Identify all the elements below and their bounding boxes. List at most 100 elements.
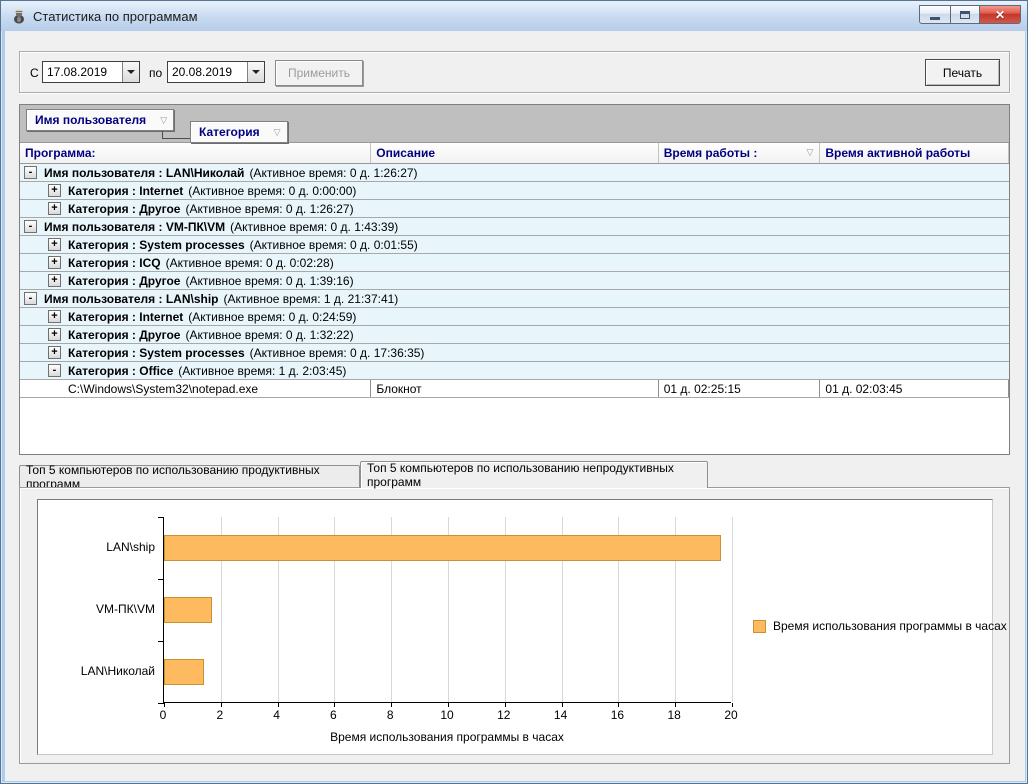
group-label: Категория : ICQ <box>68 256 161 270</box>
sort-icon: ▽ <box>806 147 813 158</box>
expand-icon[interactable]: + <box>48 328 61 341</box>
column-header-label: Время работы : <box>664 146 758 160</box>
y-tick <box>158 579 164 580</box>
print-button[interactable]: Печать <box>925 59 1000 86</box>
table-row-group[interactable]: +Категория : Другое(Активное время: 0 д.… <box>20 200 1009 218</box>
gridline <box>732 517 733 702</box>
date-filter-panel: С 17.08.2019 по 20.08.2019 Применить Печ… <box>19 51 1010 93</box>
x-tick <box>732 703 733 707</box>
sort-icon: ▽ <box>274 127 281 138</box>
category-label: LAN\ship <box>38 540 155 554</box>
group-label: Категория : Internet <box>68 310 183 324</box>
x-tick <box>221 703 222 707</box>
x-tick <box>334 703 335 707</box>
bar-LAN\ship <box>164 535 721 561</box>
collapse-icon[interactable]: - <box>24 292 37 305</box>
minimize-button[interactable] <box>919 5 951 24</box>
table-row-group[interactable]: + Категория : System processes (Активное в… <box>20 236 1009 254</box>
x-tick <box>391 703 392 707</box>
group-label: Имя пользователя : VM-ПК\VM <box>44 220 225 234</box>
group-label: Имя пользователя : LAN\ship <box>44 292 219 306</box>
group-active-time: (Активное время: 1 д. 21:37:41) <box>224 292 399 306</box>
group-label: Категория : Другое <box>68 202 180 216</box>
expand-icon[interactable]: + <box>48 274 61 287</box>
table-row-group[interactable]: -Имя пользователя : LAN\ship (Активное вр… <box>20 290 1009 308</box>
tab-top5-unproductive[interactable]: Топ 5 компьютеров по использованию непро… <box>360 461 708 488</box>
chart-plot-area <box>163 517 731 703</box>
cell: 01 д. 02:03:45 <box>820 380 1009 397</box>
expand-icon[interactable]: + <box>48 256 61 269</box>
y-tick <box>158 703 164 704</box>
title-bar: Статистика по программам ✕ <box>1 1 1027 31</box>
group-chip-label: Имя пользователя <box>35 113 146 127</box>
table-row-group[interactable]: +Категория : Internet(Активное время: 0 … <box>20 308 1009 326</box>
x-tick-label: 18 <box>656 708 692 722</box>
group-active-time: (Активное время: 0 д. 17:36:35) <box>250 346 425 360</box>
date-to-dropdown-button[interactable] <box>247 62 264 82</box>
x-tick-label: 10 <box>429 708 465 722</box>
collapse-icon[interactable]: - <box>24 220 37 233</box>
column-header-label: Программа: <box>25 146 96 160</box>
group-chip-label: Категория <box>199 125 260 139</box>
expand-icon[interactable]: + <box>48 184 61 197</box>
x-tick-label: 16 <box>599 708 635 722</box>
group-label: Категория : System processes <box>68 346 245 360</box>
column-header-label: Описание <box>376 146 435 160</box>
table-row-group[interactable]: +Категория : Другое(Активное время: 0 д.… <box>20 326 1009 344</box>
date-to-value: 20.08.2019 <box>168 62 247 82</box>
category-label: VM-ПК\VM <box>38 602 155 616</box>
group-label: Категория : Другое <box>68 274 180 288</box>
maximize-icon <box>960 11 970 19</box>
table-row-group[interactable]: -Имя пользователя : LAN\Николай(Активное… <box>20 164 1009 182</box>
group-chip-username[interactable]: Имя пользователя ▽ <box>26 109 174 131</box>
y-tick <box>158 517 164 518</box>
table-row-group[interactable]: -Категория : Office(Активное время: 1 д.… <box>20 362 1009 380</box>
column-header[interactable]: Описание <box>371 143 658 163</box>
table-row-group[interactable]: + Категория : ICQ (Активное время: 0 д. 0:… <box>20 254 1009 272</box>
x-tick <box>164 703 165 707</box>
group-active-time: (Активное время: 0 д. 0:02:28) <box>166 256 334 270</box>
date-to-picker[interactable]: 20.08.2019 <box>167 61 265 83</box>
cell: C:\Windows\System32\notepad.exe <box>20 380 371 397</box>
table-row-program[interactable]: C:\Windows\System32\notepad.exeБлокнот01… <box>20 380 1009 398</box>
table-row-group[interactable]: +Категория : Другое(Активное время: 0 д.… <box>20 272 1009 290</box>
grid-rows: -Имя пользователя : LAN\Николай(Активное… <box>20 164 1009 398</box>
close-button[interactable]: ✕ <box>979 5 1021 24</box>
column-header[interactable]: Программа: <box>20 143 371 163</box>
collapse-icon[interactable]: - <box>48 364 61 377</box>
group-active-time: (Активное время: 0 д. 1:32:22) <box>185 328 353 342</box>
date-from-value: 17.08.2019 <box>43 62 122 82</box>
legend-swatch <box>753 620 766 633</box>
table-row-group[interactable]: +Категория : Internet(Активное время: 0 … <box>20 182 1009 200</box>
table-row-group[interactable]: -Имя пользователя : VM-ПК\VM(Активное вр… <box>20 218 1009 236</box>
table-row-group[interactable]: + Категория : System processes (Активное в… <box>20 344 1009 362</box>
window-controls: ✕ <box>920 5 1021 24</box>
expand-icon[interactable]: + <box>48 346 61 359</box>
cell: 01 д. 02:25:15 <box>659 380 821 397</box>
group-active-time: (Активное время: 0 д. 0:01:55) <box>250 238 418 252</box>
expand-icon[interactable]: + <box>48 310 61 323</box>
date-from-label: С <box>30 66 39 80</box>
group-active-time: (Активное время: 0 д. 0:00:00) <box>188 184 356 198</box>
date-from-picker[interactable]: 17.08.2019 <box>42 61 140 83</box>
collapse-icon[interactable]: - <box>24 166 37 179</box>
x-tick-label: 20 <box>713 708 749 722</box>
minimize-icon <box>930 17 940 20</box>
group-label: Имя пользователя : LAN\Николай <box>44 166 244 180</box>
expand-icon[interactable]: + <box>48 238 61 251</box>
tab-top5-productive[interactable]: Топ 5 компьютеров по использованию проду… <box>19 465 360 487</box>
bar-LAN\Николай <box>164 659 204 685</box>
maximize-button[interactable] <box>950 5 980 24</box>
column-header[interactable]: Время работы : ▽ <box>659 143 821 163</box>
statistics-grid: Имя пользователя ▽ Категория ▽ Программа… <box>19 104 1010 455</box>
apply-button[interactable]: Применить <box>275 60 363 86</box>
grid-header: Программа: Описание Время работы : ▽ Время а… <box>20 143 1009 164</box>
date-from-dropdown-button[interactable] <box>122 62 139 82</box>
group-label: Категория : System processes <box>68 238 245 252</box>
close-icon: ✕ <box>995 9 1005 21</box>
bar-chart: LAN\shipVM-ПК\VMLAN\Николай 024681012141… <box>37 499 993 755</box>
x-tick-label: 8 <box>372 708 408 722</box>
group-chip-category[interactable]: Категория ▽ <box>190 121 288 143</box>
expand-icon[interactable]: + <box>48 202 61 215</box>
column-header[interactable]: Время активной работы <box>820 143 1009 163</box>
